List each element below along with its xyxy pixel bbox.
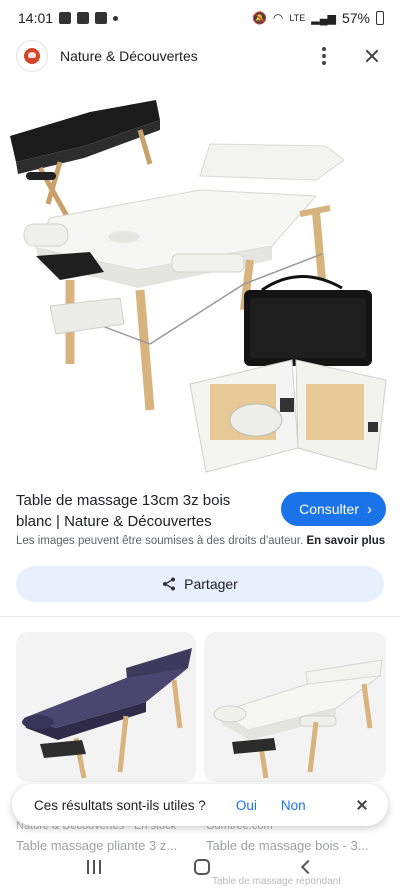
site-logo-mark — [24, 48, 40, 64]
result-title[interactable]: Table de massage 13cm 3z bois blanc | Na… — [16, 490, 266, 532]
consult-button[interactable]: Consulter › — [281, 492, 386, 526]
related-image-card[interactable] — [16, 632, 196, 782]
share-icon — [163, 577, 176, 591]
status-bar: 14:01 🔕 ◠ LTE ▂▄▆ 57% — [0, 0, 400, 36]
more-notifications-icon — [113, 15, 119, 21]
share-button[interactable]: Partager — [16, 566, 384, 602]
app-notification-icon — [77, 12, 90, 24]
site-name[interactable]: Nature & Découvertes — [60, 48, 198, 64]
app-notification-icon-2 — [95, 12, 108, 24]
divider — [0, 616, 400, 617]
network-type: LTE — [289, 13, 306, 23]
mute-icon: 🔕 — [251, 11, 267, 25]
feedback-question: Ces résultats sont-ils utiles ? — [34, 797, 206, 813]
system-nav-bar — [0, 846, 400, 888]
feedback-no-button[interactable]: Non — [281, 798, 306, 813]
recents-icon[interactable] — [86, 860, 101, 874]
signal-icon: ▂▄▆ — [311, 12, 336, 25]
share-label: Partager — [184, 576, 238, 592]
battery-icon — [376, 11, 384, 25]
wifi-icon: ◠ — [272, 11, 284, 25]
home-icon[interactable] — [193, 859, 210, 875]
site-logo[interactable] — [16, 40, 48, 72]
result-title-row: Table de massage 13cm 3z bois blanc | Na… — [16, 490, 386, 532]
source-header: Nature & Découvertes — [0, 36, 400, 76]
close-icon[interactable] — [360, 44, 384, 68]
carry-bag — [244, 275, 372, 366]
folded-table — [189, 359, 387, 473]
chevron-right-icon: › — [367, 500, 372, 518]
consult-label: Consulter — [299, 501, 359, 517]
close-icon[interactable] — [354, 797, 370, 813]
battery-level: 57% — [341, 10, 370, 26]
purple-massage-table-image — [22, 648, 192, 779]
white-massage-table-image — [213, 659, 383, 779]
preview-image[interactable] — [0, 84, 400, 480]
gallery-notification-icon — [59, 12, 72, 24]
copyright-text: Les images peuvent être soumises à des d… — [16, 535, 304, 547]
back-icon[interactable] — [301, 859, 316, 875]
more-vert-icon[interactable] — [312, 44, 336, 68]
learn-more-link[interactable]: En savoir plus — [307, 535, 386, 547]
feedback-bar: Ces résultats sont-ils utiles ? Oui Non — [12, 784, 388, 826]
copyright-notice: Les images peuvent être soumises à des d… — [16, 535, 386, 547]
related-image-card[interactable] — [204, 632, 386, 782]
status-time: 14:01 — [18, 10, 54, 26]
black-massage-table — [10, 100, 160, 220]
feedback-yes-button[interactable]: Oui — [236, 798, 257, 813]
